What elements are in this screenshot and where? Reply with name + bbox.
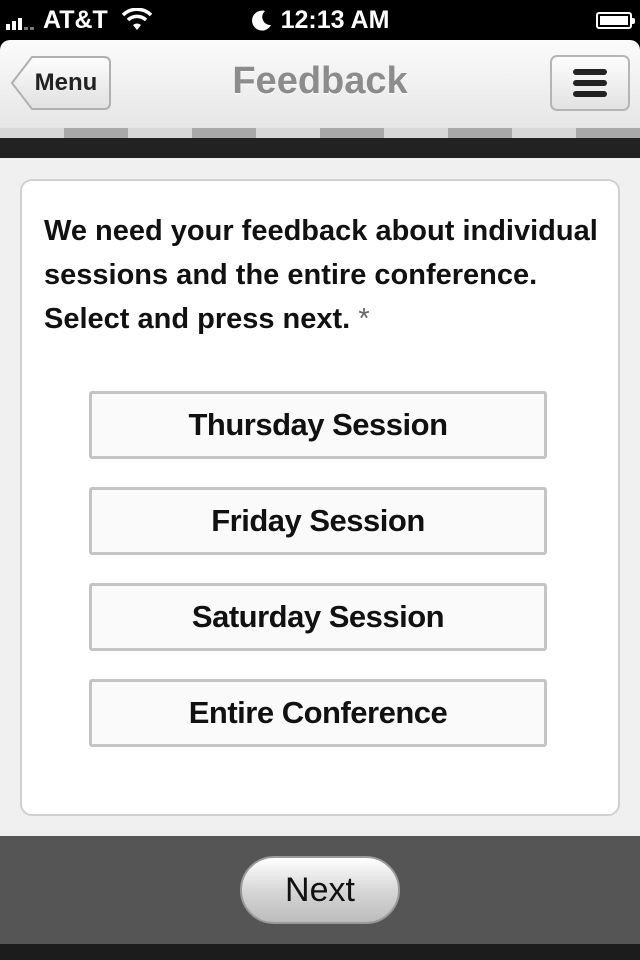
question-label: We need your feedback about individual s…: [44, 215, 598, 335]
option-friday-session[interactable]: Friday Session: [89, 487, 547, 555]
header-bar: Menu Feedback: [0, 40, 640, 128]
status-right: [596, 0, 635, 40]
page-title: Feedback: [232, 60, 408, 102]
option-saturday-session[interactable]: Saturday Session: [89, 583, 547, 651]
header-divider: [0, 138, 640, 158]
hamburger-menu-button[interactable]: [550, 55, 630, 111]
next-button[interactable]: Next: [240, 856, 400, 924]
moon-icon: [251, 10, 271, 31]
header-stripe: [0, 128, 640, 138]
footer-bottom-edge: [0, 944, 640, 960]
option-entire-conference[interactable]: Entire Conference: [89, 679, 547, 747]
status-bar: AT&T 12:13 AM: [0, 0, 640, 40]
clock: 12:13 AM: [280, 5, 390, 34]
status-center: 12:13 AM: [0, 0, 640, 40]
required-marker: *: [358, 303, 370, 335]
hamburger-icon: [573, 69, 607, 97]
question-text: We need your feedback about individual s…: [44, 209, 604, 341]
option-thursday-session[interactable]: Thursday Session: [89, 391, 547, 459]
battery-icon: [596, 11, 635, 29]
feedback-card: We need your feedback about individual s…: [20, 179, 620, 816]
